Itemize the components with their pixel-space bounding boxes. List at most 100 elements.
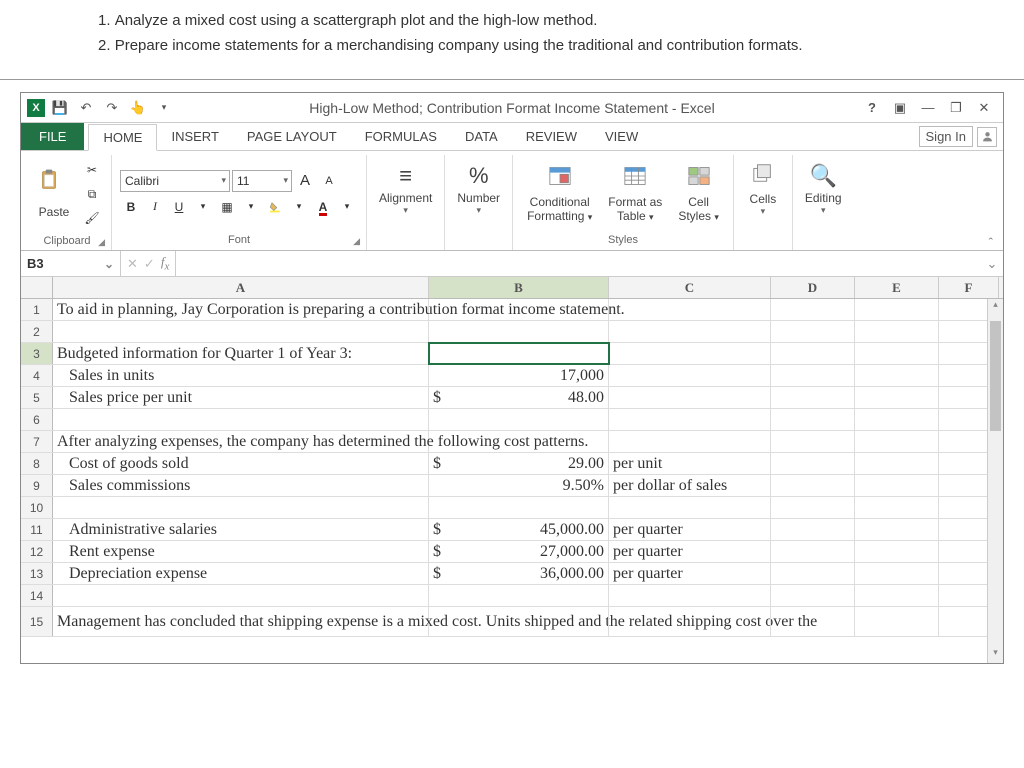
help-icon[interactable]: ? [859, 97, 885, 119]
cell-A8[interactable]: Cost of goods sold [53, 453, 429, 474]
shrink-font-icon[interactable]: A [318, 170, 340, 192]
cell-C9[interactable]: per dollar of sales [609, 475, 771, 496]
col-header-B[interactable]: B [429, 277, 609, 298]
group-styles: Conditional Formatting ▾ Format as Table… [513, 155, 734, 250]
cell-A5[interactable]: Sales price per unit [53, 387, 429, 408]
borders-more-icon[interactable]: ▾ [240, 196, 262, 218]
col-header-F[interactable]: F [939, 277, 999, 298]
maximize-icon[interactable]: ❐ [943, 97, 969, 119]
format-painter-icon[interactable]: 🖌 [81, 207, 103, 229]
group-cells: Cells ▾ . [734, 155, 793, 250]
tab-insert[interactable]: INSERT [157, 123, 232, 150]
grid-body[interactable]: 1 To aid in planning, Jay Corporation is… [21, 299, 1003, 663]
col-header-A[interactable]: A [53, 277, 429, 298]
cell-B4[interactable]: 17,000 [429, 365, 609, 386]
cell-C11[interactable]: per quarter [609, 519, 771, 540]
cell-B3[interactable] [429, 343, 609, 364]
minimize-icon[interactable]: — [915, 97, 941, 119]
copy-icon[interactable]: ⧉ [81, 183, 103, 205]
alignment-button[interactable]: ≡ Alignment ▾ [373, 155, 438, 223]
tab-view[interactable]: VIEW [591, 123, 652, 150]
cell-B11[interactable]: $45,000.00 [429, 519, 609, 540]
fill-color-icon[interactable] [264, 196, 286, 218]
conditional-formatting-button[interactable]: Conditional Formatting ▾ [521, 160, 598, 228]
cut-icon[interactable]: ✂ [81, 159, 103, 181]
col-header-D[interactable]: D [771, 277, 855, 298]
cell-C13[interactable]: per quarter [609, 563, 771, 584]
cell-A12[interactable]: Rent expense [53, 541, 429, 562]
col-header-C[interactable]: C [609, 277, 771, 298]
group-editing: 🔍 Editing ▾ . [793, 155, 854, 250]
cell-B5[interactable]: $48.00 [429, 387, 609, 408]
cell-A9[interactable]: Sales commissions [53, 475, 429, 496]
vertical-scrollbar[interactable]: ▴ ▾ [987, 299, 1003, 663]
find-icon: 🔍 [810, 163, 837, 189]
qat-customize-icon[interactable]: ▾ [153, 97, 175, 119]
styles-label: Styles [608, 234, 638, 246]
tab-data[interactable]: DATA [451, 123, 512, 150]
cell-B13[interactable]: $36,000.00 [429, 563, 609, 584]
cell-styles-icon [688, 165, 710, 193]
col-header-E[interactable]: E [855, 277, 939, 298]
grow-font-icon[interactable]: A [294, 170, 316, 192]
font-launcher-icon[interactable]: ◢ [353, 236, 360, 247]
underline-more-icon[interactable]: ▾ [192, 196, 214, 218]
tab-file[interactable]: FILE [21, 123, 84, 150]
formula-bar[interactable] [176, 251, 981, 276]
cell-A15[interactable]: Management has concluded that shipping e… [53, 607, 429, 636]
cell-A13[interactable]: Depreciation expense [53, 563, 429, 584]
ribbon-options-icon[interactable]: ▣ [887, 97, 913, 119]
save-icon[interactable]: 💾 [49, 97, 71, 119]
font-color-icon[interactable]: A [312, 196, 334, 218]
cell-A11[interactable]: Administrative salaries [53, 519, 429, 540]
editing-button[interactable]: 🔍 Editing ▾ [799, 155, 848, 223]
group-number: % Number ▾ . [445, 155, 513, 250]
cell-B12[interactable]: $27,000.00 [429, 541, 609, 562]
user-avatar-icon[interactable] [977, 127, 997, 147]
format-as-table-button[interactable]: Format as Table ▾ [602, 160, 668, 228]
bold-button[interactable]: B [120, 196, 142, 218]
tab-formulas[interactable]: FORMULAS [351, 123, 451, 150]
tab-page-layout[interactable]: PAGE LAYOUT [233, 123, 351, 150]
font-name-select[interactable]: Calibri [120, 170, 230, 192]
close-icon[interactable]: ✕ [971, 97, 997, 119]
cell-B8[interactable]: $29.00 [429, 453, 609, 474]
cell-A3[interactable]: Budgeted information for Quarter 1 of Ye… [53, 343, 429, 364]
group-clipboard: Paste ✂ ⧉ 🖌 Clipboard◢ [23, 155, 112, 250]
italic-button[interactable]: I [144, 196, 166, 218]
group-font: Calibri 11 A A B I U ▾ ▦ ▾ [112, 155, 367, 250]
font-size-select[interactable]: 11 [232, 170, 292, 192]
cell-A1[interactable]: To aid in planning, Jay Corporation is p… [53, 299, 429, 320]
enter-formula-icon[interactable]: ✓ [144, 256, 155, 272]
cells-button[interactable]: Cells ▾ [740, 155, 786, 223]
collapse-ribbon-icon[interactable]: ˆ [981, 155, 1001, 250]
paste-button[interactable]: Paste [31, 160, 77, 228]
fx-icon[interactable]: fx [161, 254, 169, 273]
underline-button[interactable]: U [168, 196, 190, 218]
cell-C8[interactable]: per unit [609, 453, 771, 474]
select-all-corner[interactable] [21, 277, 53, 298]
undo-icon[interactable]: ↶ [75, 97, 97, 119]
row-header[interactable]: 1 [21, 299, 53, 320]
scroll-up-icon[interactable]: ▴ [988, 299, 1003, 315]
cell-styles-button[interactable]: Cell Styles ▾ [672, 160, 725, 228]
cancel-formula-icon[interactable]: ✕ [127, 256, 138, 272]
number-button[interactable]: % Number ▾ [451, 155, 506, 223]
tab-review[interactable]: REVIEW [512, 123, 591, 150]
touch-mode-icon[interactable]: 👆 [127, 97, 149, 119]
cell-A4[interactable]: Sales in units [53, 365, 429, 386]
scroll-thumb[interactable] [990, 321, 1001, 431]
ribbon: Paste ✂ ⧉ 🖌 Clipboard◢ Calibri 11 A A [21, 151, 1003, 251]
tab-home[interactable]: HOME [88, 124, 157, 151]
cell-A7[interactable]: After analyzing expenses, the company ha… [53, 431, 429, 452]
redo-icon[interactable]: ↷ [101, 97, 123, 119]
borders-icon[interactable]: ▦ [216, 196, 238, 218]
sign-in-button[interactable]: Sign In [919, 126, 973, 147]
excel-icon: X [27, 99, 45, 117]
name-box[interactable]: B3 [21, 251, 121, 276]
expand-formula-bar-icon[interactable]: ⌄ [981, 251, 1003, 276]
scroll-down-icon[interactable]: ▾ [988, 647, 1003, 663]
clipboard-launcher-icon[interactable]: ◢ [98, 237, 105, 248]
cell-C12[interactable]: per quarter [609, 541, 771, 562]
cell-B9[interactable]: 9.50% [429, 475, 609, 496]
